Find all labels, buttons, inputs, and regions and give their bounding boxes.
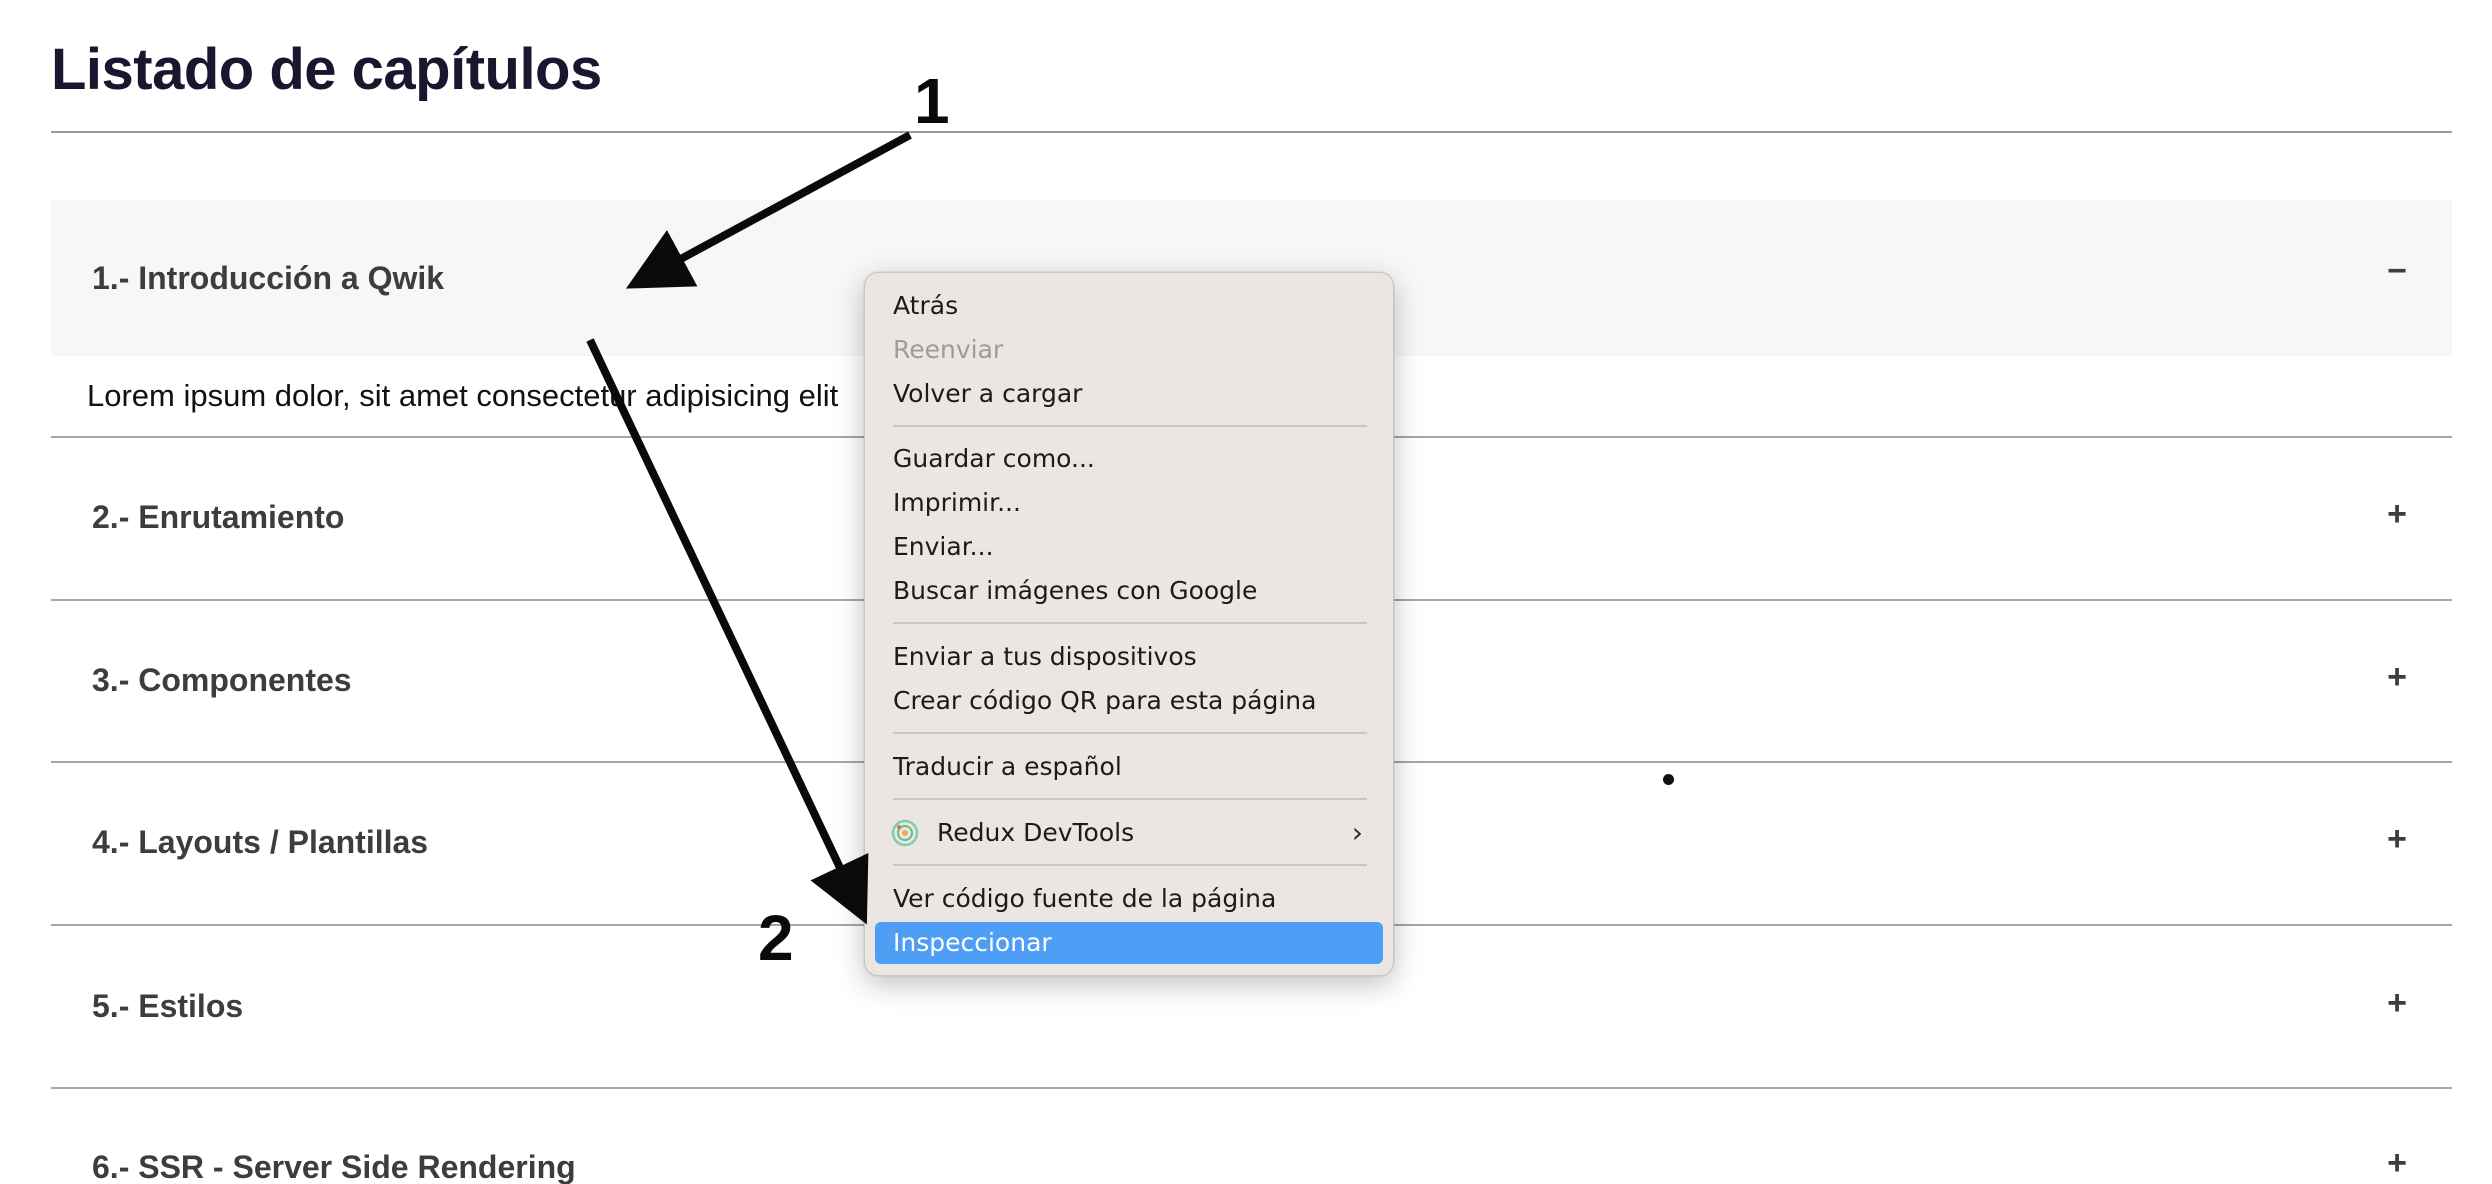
annotation-label-2: 2 (758, 902, 794, 974)
arrow-1 (625, 131, 912, 289)
annotation-label-1: 1 (914, 65, 950, 137)
arrow-2 (586, 338, 869, 925)
app-window: Listado de capítulos 1.- Introducción a … (0, 0, 2492, 1184)
annotation-arrows (586, 131, 912, 925)
